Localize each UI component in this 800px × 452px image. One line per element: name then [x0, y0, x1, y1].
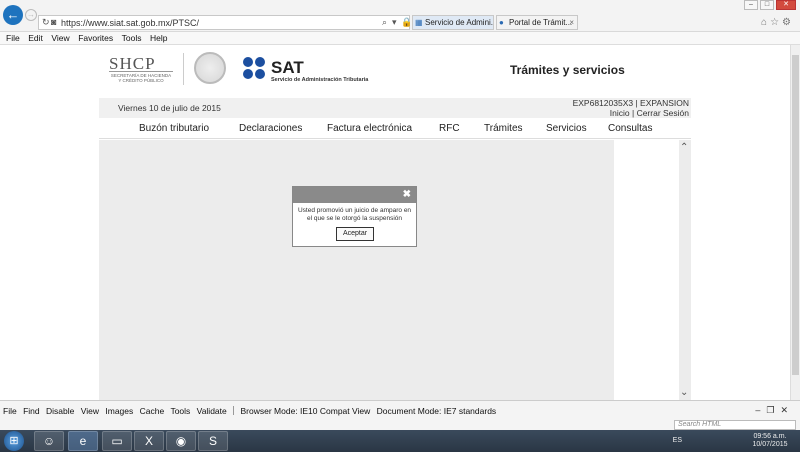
window-controls: – □ ✕	[744, 0, 796, 12]
accept-button[interactable]: Aceptar	[336, 227, 374, 241]
search-html-input[interactable]: Search HTML	[674, 420, 796, 430]
taskbar-chrome-icon[interactable]: ◉	[166, 431, 196, 451]
nav-declaraciones[interactable]: Declaraciones	[239, 123, 302, 134]
clock-date: 10/07/2015	[752, 441, 788, 448]
close-window-icon[interactable]: ✕	[776, 0, 796, 10]
taskbar-explorer-icon[interactable]: ▭	[102, 431, 132, 451]
tab-servicio[interactable]: ▦ Servicio de Admini...	[412, 15, 494, 30]
dev-menu-tools[interactable]: Tools	[170, 406, 190, 416]
tab-favicon-icon: ●	[499, 18, 504, 27]
refresh-icon[interactable]: ↻	[42, 17, 50, 28]
menu-favorites[interactable]: Favorites	[72, 32, 113, 43]
page-scrollbar[interactable]	[790, 45, 800, 400]
sat-logo-text: SAT	[271, 58, 304, 77]
taskbar-ie-icon[interactable]: e	[68, 431, 98, 451]
dev-menu-file[interactable]: File	[3, 406, 17, 416]
devtools-tabs: Search HTML	[0, 420, 800, 430]
menu-help[interactable]: Help	[144, 32, 167, 43]
nav-rfc[interactable]: RFC	[439, 123, 460, 134]
devtools-toolbar: File Find Disable View Images Cache Tool…	[0, 400, 800, 420]
home-link[interactable]: Inicio	[610, 108, 630, 118]
settings-gear-icon[interactable]: ⚙	[782, 17, 794, 28]
content-area	[99, 140, 614, 400]
dev-menu-view[interactable]: View	[81, 406, 99, 416]
browser-mode[interactable]: Browser Mode: IE10 Compat View	[241, 406, 371, 416]
main-nav: Buzón tributario Declaraciones Factura e…	[99, 118, 691, 139]
dropdown-icon[interactable]: ▾	[392, 17, 397, 28]
favorites-star-icon[interactable]: ☆	[770, 17, 782, 28]
tab-label: Portal de Trámit...	[509, 18, 573, 27]
url-text[interactable]: https://www.siat.sat.gob.mx/PTSC/	[61, 18, 199, 28]
dev-menu-images[interactable]: Images	[105, 406, 133, 416]
lock-icon[interactable]: 🔒	[401, 17, 412, 28]
dev-menu-validate[interactable]: Validate	[197, 406, 227, 416]
undock-icon[interactable]: ❐	[766, 405, 780, 415]
tab-close-icon[interactable]: ×	[569, 16, 574, 29]
shcp-divider	[109, 71, 173, 72]
language-indicator[interactable]: ES	[673, 437, 682, 444]
search-icon[interactable]: ⌕	[382, 17, 387, 28]
side-column	[614, 140, 679, 400]
nav-buzon-tributario[interactable]: Buzón tributario	[139, 123, 209, 134]
windows-taskbar: ⊞ ☺ e ▭ X ◉ S ES 09:56 a.m. 10/07/2015	[0, 430, 800, 452]
menu-bar: File Edit View Favorites Tools Help	[0, 32, 800, 45]
nav-factura-electronica[interactable]: Factura electrónica	[327, 123, 412, 134]
user-id: EXP6812035X3 | EXPANSION	[572, 98, 689, 108]
start-button-icon[interactable]: ⊞	[4, 431, 24, 451]
document-mode[interactable]: Document Mode: IE7 standards	[377, 406, 497, 416]
logo-separator	[183, 53, 184, 85]
amparo-dialog: ✖ Usted promovió un juicio de amparo en …	[292, 186, 417, 247]
menu-tools[interactable]: Tools	[116, 32, 142, 43]
national-seal-icon	[194, 52, 226, 84]
close-icon[interactable]: ✕	[780, 405, 794, 415]
dev-menu-cache[interactable]: Cache	[140, 406, 165, 416]
browser-titlebar: ← → ↻ ◙ https://www.siat.sat.gob.mx/PTSC…	[0, 0, 800, 32]
scroll-down-icon[interactable]: ⌄	[680, 387, 688, 398]
browser-toolbar-icons: ⌂☆⚙	[761, 17, 794, 28]
dialog-message: Usted promovió un juicio de amparo en el…	[297, 207, 412, 222]
site-header: SHCP SECRETARÍA DE HACIENDA Y CRÉDITO PÚ…	[99, 45, 691, 97]
home-icon[interactable]: ⌂	[761, 17, 770, 28]
menu-edit[interactable]: Edit	[22, 32, 43, 43]
devtools-controls: –❐✕	[755, 405, 794, 416]
toolbar-separator	[233, 406, 235, 415]
current-date: Viernes 10 de julio de 2015	[118, 103, 221, 113]
taskbar-excel-icon[interactable]: X	[134, 431, 164, 451]
scrollbar-thumb[interactable]	[792, 55, 799, 375]
minimize-icon[interactable]: –	[755, 405, 766, 415]
address-bar[interactable]: ↻ ◙ https://www.siat.sat.gob.mx/PTSC/ ⌕ …	[38, 15, 412, 30]
tab-portal[interactable]: ● Portal de Trámit... ×	[496, 15, 578, 30]
ie-page-icon: ◙	[51, 17, 57, 27]
taskbar-app-icon[interactable]: ☺	[34, 431, 64, 451]
sat-logo-icon	[243, 57, 267, 81]
maximize-icon[interactable]: □	[760, 0, 774, 10]
scroll-up-icon[interactable]: ⌃	[680, 142, 688, 153]
taskbar-skype-icon[interactable]: S	[198, 431, 228, 451]
logout-link[interactable]: Cerrar Sesión	[637, 108, 689, 118]
dialog-close-icon[interactable]: ✖	[403, 189, 411, 200]
nav-consultas[interactable]: Consultas	[608, 123, 652, 134]
tab-favicon-icon: ▦	[415, 18, 423, 27]
minimize-icon[interactable]: –	[744, 0, 758, 10]
dev-menu-disable[interactable]: Disable	[46, 406, 74, 416]
dialog-header: ✖	[293, 187, 416, 203]
shcp-subtitle: SECRETARÍA DE HACIENDA Y CRÉDITO PÚBLICO	[110, 73, 172, 83]
clock-time: 09:56 a.m.	[753, 433, 787, 440]
content-scrollbar[interactable]: ⌃ ⌄	[679, 140, 691, 400]
tab-label: Servicio de Admini...	[425, 18, 494, 27]
sat-subtitle: Servicio de Administración Tributaria	[271, 77, 369, 83]
nav-servicios[interactable]: Servicios	[546, 123, 587, 134]
menu-view[interactable]: View	[45, 32, 69, 43]
nav-tramites[interactable]: Trámites	[484, 123, 523, 134]
dev-menu-find[interactable]: Find	[23, 406, 40, 416]
page-title: Trámites y servicios	[510, 63, 625, 77]
link-separator: |	[631, 108, 635, 118]
clock[interactable]: 09:56 a.m. 10/07/2015	[746, 433, 794, 449]
menu-file[interactable]: File	[0, 32, 20, 43]
info-bar: Viernes 10 de julio de 2015 EXP6812035X3…	[99, 98, 691, 118]
forward-arrow-icon[interactable]: →	[25, 9, 37, 21]
back-arrow-icon[interactable]: ←	[3, 5, 23, 25]
session-links: Inicio | Cerrar Sesión	[610, 108, 689, 118]
